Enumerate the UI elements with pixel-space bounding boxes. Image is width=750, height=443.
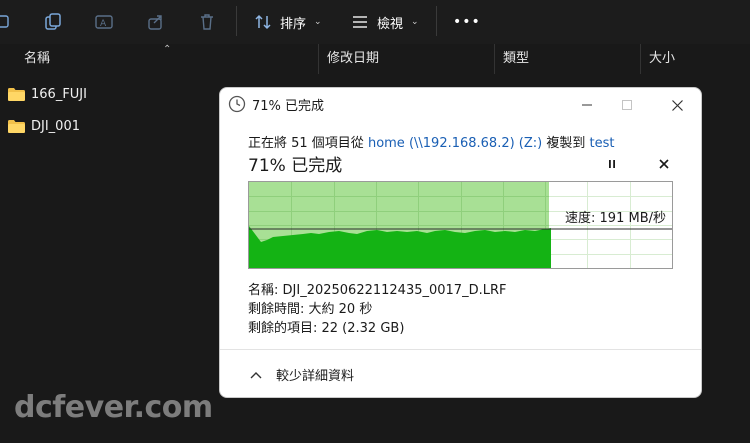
list-item[interactable]: 166_FUJI — [8, 82, 87, 106]
pause-button[interactable] — [602, 154, 622, 174]
clock-icon — [228, 95, 246, 113]
view-menu[interactable]: 檢視 ⌄ — [351, 10, 419, 34]
less-details-label: 較少詳細資料 — [276, 369, 355, 384]
minimize-icon — [582, 104, 592, 106]
file-name: 166_FUJI — [31, 86, 87, 102]
list-item[interactable]: DJI_001 — [8, 114, 80, 138]
more-icon: ••• — [453, 14, 481, 30]
chevron-up-icon — [250, 371, 262, 378]
sort-icon — [255, 14, 271, 30]
progress-status: 71% 已完成 — [248, 156, 343, 176]
cancel-button[interactable] — [654, 154, 674, 174]
toolbar-divider — [236, 6, 237, 36]
maximize-button — [605, 92, 649, 118]
column-size[interactable]: 大小 — [640, 44, 750, 74]
copy-middle: 複製到 — [546, 136, 586, 151]
copy-progress-dialog: 71% 已完成 正在將 51 個項目從 home (\\192.168.68.2… — [219, 87, 702, 398]
source-link[interactable]: home (\\192.168.68.2) (Z:) — [368, 136, 542, 151]
copy-prefix: 正在將 51 個項目從 — [248, 136, 364, 151]
sort-menu[interactable]: 排序 ⌄ — [254, 10, 322, 34]
watermark-logo: dcfever.com — [14, 390, 213, 425]
chevron-down-icon: ⌄ — [411, 17, 419, 27]
close-button[interactable] — [655, 92, 699, 118]
less-details-button[interactable]: 較少詳細資料 — [250, 365, 354, 384]
speed-label: 速度: 191 MB/秒 — [565, 211, 666, 226]
destination-link[interactable]: test — [590, 136, 615, 151]
time-remaining: 剩餘時間: 大約 20 秒 — [248, 302, 373, 317]
close-icon — [671, 99, 683, 111]
rename-icon[interactable]: A — [91, 9, 117, 35]
delete-icon[interactable] — [194, 9, 220, 35]
copy-description: 正在將 51 個項目從 home (\\192.168.68.2) (Z:) 複… — [248, 132, 615, 151]
dialog-divider — [220, 349, 701, 350]
view-icon — [353, 16, 367, 28]
items-remaining: 剩餘的項目: 22 (2.32 GB) — [248, 321, 405, 336]
current-file-name: 名稱: DJI_20250622112435_0017_D.LRF — [248, 283, 507, 298]
command-bar: A 排序 ⌄ 檢視 ⌄ ••• — [0, 0, 750, 44]
more-options-button[interactable]: ••• — [453, 10, 481, 34]
pause-icon — [609, 160, 615, 168]
toolbar-divider — [436, 6, 437, 36]
copy-icon[interactable] — [40, 9, 66, 35]
column-headers: ⌃ 名稱 修改日期 類型 大小 — [0, 44, 750, 74]
chevron-down-icon: ⌄ — [314, 17, 322, 27]
dialog-titlebar[interactable]: 71% 已完成 — [220, 88, 701, 120]
maximize-icon — [622, 100, 632, 110]
column-modified[interactable]: 修改日期 — [318, 44, 494, 74]
column-name[interactable]: 名稱 — [16, 44, 318, 74]
file-name: DJI_001 — [31, 118, 80, 134]
sort-label: 排序 — [280, 16, 307, 32]
svg-text:A: A — [100, 19, 107, 29]
cut-icon[interactable] — [0, 9, 16, 35]
share-icon[interactable] — [143, 9, 169, 35]
folder-icon — [8, 119, 25, 133]
view-label: 檢視 — [377, 16, 404, 32]
cancel-icon — [659, 159, 669, 169]
dialog-title: 71% 已完成 — [252, 99, 325, 114]
column-type[interactable]: 類型 — [494, 44, 640, 74]
minimize-button[interactable] — [565, 92, 609, 118]
transfer-speed-graph: 速度: 191 MB/秒 — [248, 181, 673, 269]
folder-icon — [8, 87, 25, 101]
